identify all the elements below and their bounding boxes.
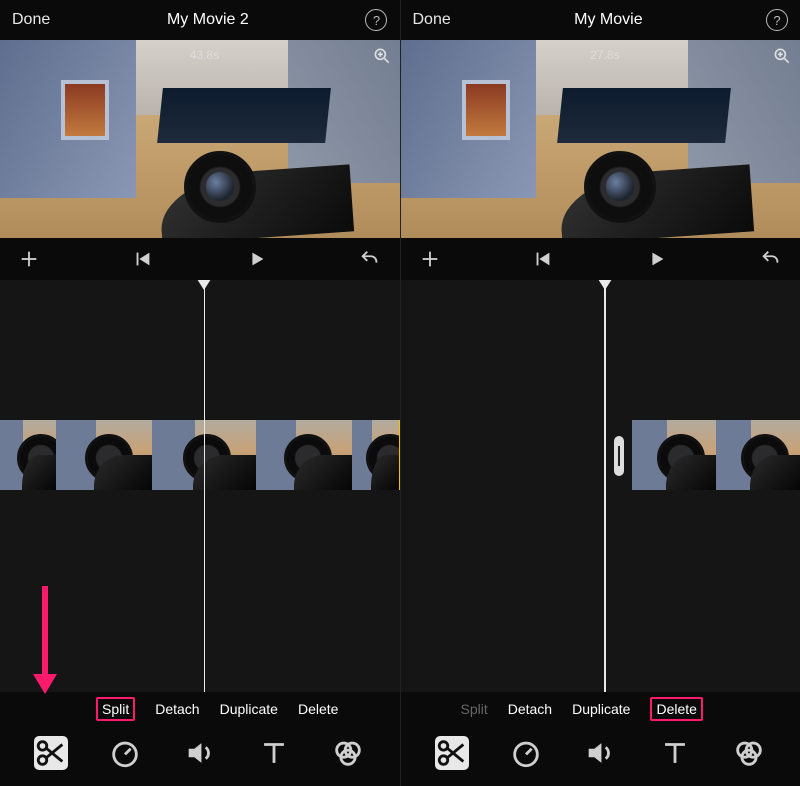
speed-icon[interactable] [509,736,543,770]
done-button[interactable]: Done [12,11,50,29]
speed-icon[interactable] [108,736,142,770]
clip-actions: Split Detach Duplicate Delete [401,692,800,726]
annotation-arrow [30,586,60,696]
help-icon[interactable]: ? [766,9,788,31]
detach-button[interactable]: Detach [508,701,552,717]
detach-button[interactable]: Detach [155,701,199,717]
audio-waveform-handle[interactable] [614,436,624,476]
transport-bar [401,238,800,280]
split-button[interactable]: Split [96,697,135,721]
video-preview[interactable]: 27.8s [401,40,800,238]
timestamp-label: 27.8s [590,48,619,62]
video-clip[interactable] [0,420,400,490]
play-icon[interactable] [646,248,668,270]
undo-icon[interactable] [760,248,782,270]
titles-icon[interactable] [257,736,291,770]
playhead[interactable] [204,280,206,692]
scissors-icon[interactable] [435,736,469,770]
timestamp-label: 43.8s [190,48,219,62]
duplicate-button[interactable]: Duplicate [220,701,278,717]
undo-icon[interactable] [359,248,381,270]
delete-button[interactable]: Delete [650,697,702,721]
video-clip[interactable] [632,420,800,490]
titles-icon[interactable] [658,736,692,770]
top-bar: Done My Movie ? [401,0,800,40]
duplicate-button[interactable]: Duplicate [572,701,630,717]
skip-start-icon[interactable] [532,248,554,270]
clip-actions: Split Detach Duplicate Delete [0,692,400,726]
toolbar [0,726,400,786]
toolbar [401,726,800,786]
delete-button[interactable]: Delete [298,701,338,717]
split-button: Split [461,701,488,717]
project-title: My Movie [574,11,642,29]
timeline[interactable] [401,280,800,692]
volume-icon[interactable] [583,736,617,770]
playhead[interactable] [604,280,606,692]
done-button[interactable]: Done [413,11,451,29]
project-title: My Movie 2 [167,11,249,29]
add-media-icon[interactable] [419,248,441,270]
help-icon[interactable]: ? [365,9,387,31]
filters-icon[interactable] [331,736,365,770]
transport-bar [0,238,400,280]
preview-frame [0,40,400,238]
add-media-icon[interactable] [18,248,40,270]
scissors-icon[interactable] [34,736,68,770]
volume-icon[interactable] [183,736,217,770]
zoom-icon[interactable] [772,46,792,66]
editor-pane-left: Done My Movie 2 ? 43.8s [0,0,401,786]
play-icon[interactable] [246,248,268,270]
top-bar: Done My Movie 2 ? [0,0,400,40]
video-preview[interactable]: 43.8s [0,40,400,238]
zoom-icon[interactable] [372,46,392,66]
editor-pane-right: Done My Movie ? 27.8s [401,0,800,786]
filters-icon[interactable] [732,736,766,770]
skip-start-icon[interactable] [132,248,154,270]
preview-frame [401,40,800,238]
